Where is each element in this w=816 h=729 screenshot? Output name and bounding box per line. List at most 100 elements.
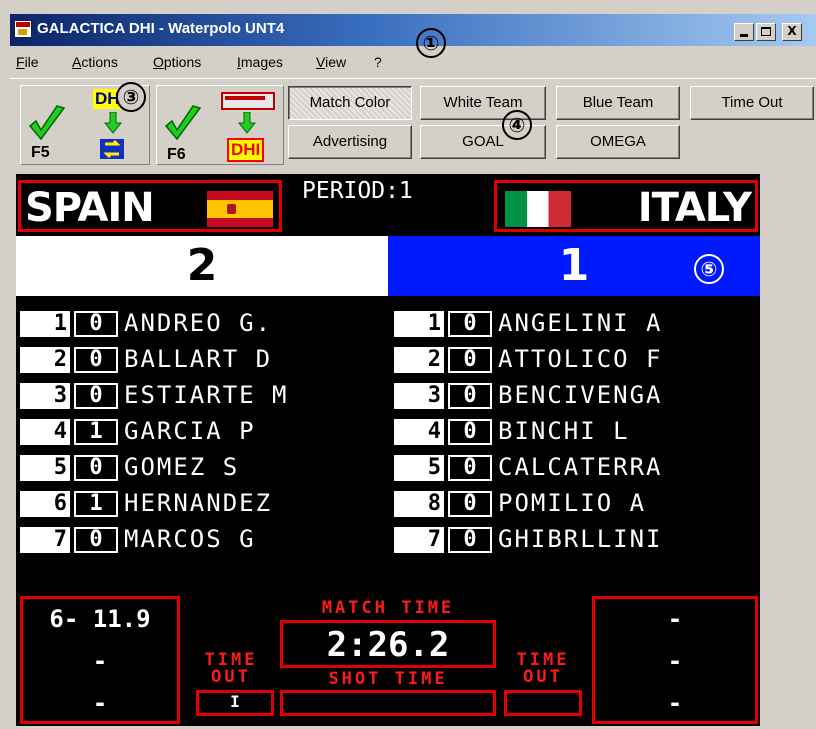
toolbar-group-f6[interactable]: DHI F6 bbox=[156, 85, 284, 165]
menu-help[interactable]: ? bbox=[374, 54, 382, 70]
away-timeout-box bbox=[504, 690, 582, 716]
player-name: GHIBRLLINI bbox=[498, 525, 663, 553]
advertising-button[interactable]: Advertising bbox=[288, 125, 412, 159]
player-name: BENCIVENGA bbox=[498, 381, 663, 409]
player-number: 3 bbox=[20, 383, 70, 409]
checkmark-icon bbox=[164, 105, 202, 141]
player-name: HERNANDEZ bbox=[124, 489, 273, 517]
player-goals: 0 bbox=[448, 347, 492, 373]
match-time-label: MATCH TIME bbox=[321, 598, 455, 618]
menu-view[interactable]: View bbox=[316, 54, 346, 70]
player-name: POMILIO A bbox=[498, 489, 647, 517]
player-goals: 1 bbox=[74, 491, 118, 517]
player-number: 2 bbox=[394, 347, 444, 373]
menu-images[interactable]: Images bbox=[237, 54, 283, 70]
menu-file[interactable]: File bbox=[16, 54, 39, 70]
shot-time-label: SHOT TIME bbox=[328, 669, 448, 689]
sync-icon bbox=[100, 139, 124, 159]
home-penalty-1: 6- 11.9 bbox=[49, 605, 151, 633]
annotation-marker-3: ③ bbox=[116, 82, 146, 112]
italy-flag-icon bbox=[505, 191, 571, 227]
match-color-button[interactable]: Match Color bbox=[288, 86, 412, 120]
player-number: 3 bbox=[394, 383, 444, 409]
player-goals: 0 bbox=[448, 491, 492, 517]
match-time-value: 2:26.2 bbox=[326, 625, 450, 665]
app-icon[interactable] bbox=[14, 20, 32, 38]
player-name: ANDREO G. bbox=[124, 309, 273, 337]
spain-flag-icon bbox=[207, 191, 273, 227]
home-team-box: SPAIN bbox=[18, 180, 282, 232]
player-number: 1 bbox=[20, 311, 70, 337]
home-player-row: 7 0 MARCOS G bbox=[16, 522, 376, 554]
maximize-button[interactable] bbox=[756, 23, 776, 41]
player-name: ESTIARTE M bbox=[124, 381, 289, 409]
player-goals: 1 bbox=[74, 419, 118, 445]
blue-team-button[interactable]: Blue Team bbox=[556, 86, 680, 120]
time-out-button[interactable]: Time Out bbox=[690, 86, 814, 120]
away-player-row: 3 0 BENCIVENGA bbox=[390, 378, 750, 410]
player-number: 5 bbox=[394, 455, 444, 481]
maximize-icon bbox=[761, 27, 771, 36]
home-penalty-3: - bbox=[92, 689, 108, 717]
close-button[interactable]: X bbox=[782, 23, 802, 41]
player-number: 4 bbox=[394, 419, 444, 445]
player-number: 1 bbox=[394, 311, 444, 337]
player-goals: 0 bbox=[448, 383, 492, 409]
home-timeout-label-bottom: OUT bbox=[211, 667, 251, 687]
player-name: GARCIA P bbox=[124, 417, 256, 445]
menu-actions[interactable]: Actions bbox=[72, 54, 118, 70]
shot-time-box bbox=[280, 690, 496, 716]
home-player-row: 2 0 BALLART D bbox=[16, 342, 376, 374]
home-timeout-box: I bbox=[196, 690, 274, 716]
close-icon: X bbox=[787, 24, 797, 38]
player-goals: 0 bbox=[448, 455, 492, 481]
omega-button[interactable]: OMEGA bbox=[556, 125, 680, 159]
away-timeout-label-bottom: OUT bbox=[523, 667, 563, 687]
scoreboard-display: SPAIN PERIOD:1 ITALY 2 1 1 0 ANDREO G. 2 0 BA… bbox=[16, 174, 760, 726]
annotation-marker-1: ① bbox=[416, 28, 446, 58]
player-goals: 0 bbox=[74, 311, 118, 337]
home-timeout-value: I bbox=[230, 692, 240, 711]
f6-key-label: F6 bbox=[167, 146, 186, 163]
window-title: GALACTICA DHI - Waterpolo UNT4 bbox=[37, 20, 285, 37]
away-player-row: 2 0 ATTOLICO F bbox=[390, 342, 750, 374]
home-player-row: 3 0 ESTIARTE M bbox=[16, 378, 376, 410]
menu-bar: File Actions Options Images View ? bbox=[10, 46, 816, 76]
player-goals: 0 bbox=[448, 419, 492, 445]
match-time-box: 2:26.2 bbox=[280, 620, 496, 668]
player-number: 7 bbox=[20, 527, 70, 553]
player-number: 8 bbox=[394, 491, 444, 517]
away-penalty-3: - bbox=[667, 689, 683, 717]
away-penalty-panel: - - - bbox=[592, 596, 758, 724]
away-player-row: 1 0 ANGELINI A bbox=[390, 306, 750, 338]
player-goals: 0 bbox=[448, 311, 492, 337]
player-name: ATTOLICO F bbox=[498, 345, 663, 373]
player-goals: 0 bbox=[448, 527, 492, 553]
player-goals: 0 bbox=[74, 455, 118, 481]
away-player-row: 8 0 POMILIO A bbox=[390, 486, 750, 518]
player-goals: 0 bbox=[74, 347, 118, 373]
away-player-row: 4 0 BINCHI L bbox=[390, 414, 750, 446]
display-panel-icon bbox=[221, 92, 275, 110]
home-score: 2 bbox=[16, 236, 388, 296]
away-player-row: 7 0 GHIBRLLINI bbox=[390, 522, 750, 554]
away-penalty-2: - bbox=[667, 647, 683, 675]
player-number: 6 bbox=[20, 491, 70, 517]
menu-options[interactable]: Options bbox=[153, 54, 201, 70]
checkmark-icon bbox=[28, 105, 66, 141]
period-indicator: PERIOD:1 bbox=[302, 178, 413, 204]
minimize-button[interactable] bbox=[734, 23, 754, 41]
home-player-row: 1 0 ANDREO G. bbox=[16, 306, 376, 338]
player-number: 5 bbox=[20, 455, 70, 481]
player-name: BINCHI L bbox=[498, 417, 630, 445]
home-player-row: 4 1 GARCIA P bbox=[16, 414, 376, 446]
player-goals: 0 bbox=[74, 527, 118, 553]
player-goals: 0 bbox=[74, 383, 118, 409]
away-team-name: ITALY bbox=[637, 185, 752, 231]
home-player-row: 6 1 HERNANDEZ bbox=[16, 486, 376, 518]
minimize-icon bbox=[740, 34, 748, 37]
away-team-box: ITALY bbox=[494, 180, 758, 232]
annotation-marker-5: ⑤ bbox=[694, 254, 724, 284]
title-bar: GALACTICA DHI - Waterpolo UNT4 X bbox=[10, 14, 816, 46]
player-name: MARCOS G bbox=[124, 525, 256, 553]
